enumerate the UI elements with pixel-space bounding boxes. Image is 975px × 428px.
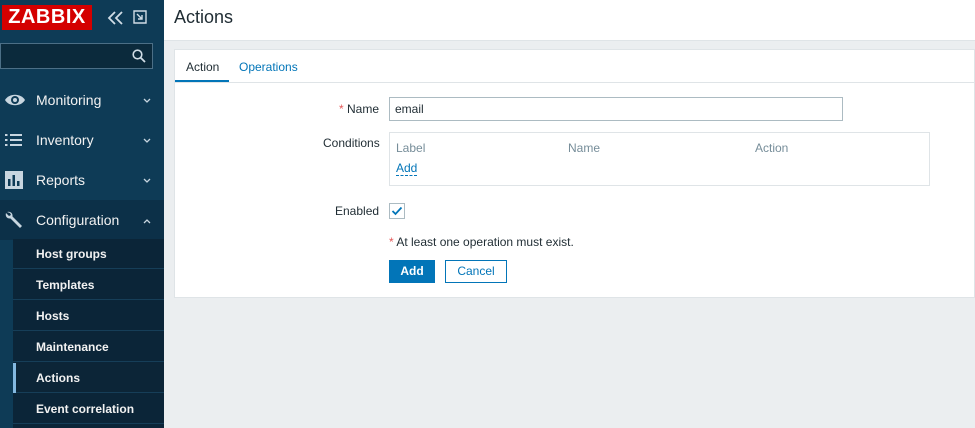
cancel-button[interactable]: Cancel [445, 260, 507, 283]
collapse-sidebar-icon[interactable] [107, 10, 125, 26]
conditions-add-link[interactable]: Add [396, 161, 418, 176]
wrench-icon [4, 210, 24, 230]
submenu-item-label: Event correlation [36, 402, 135, 416]
submenu-item-label: Host groups [36, 247, 107, 261]
submenu-item-label: Actions [36, 371, 81, 385]
sidebar: ZABBIX Monitoring Inventory Reports Conf… [0, 0, 164, 428]
warning-text: At least one operation must exist. [396, 235, 574, 249]
chevron-down-icon [142, 95, 152, 105]
eye-icon [4, 90, 25, 110]
chevron-up-icon [142, 215, 152, 225]
configuration-submenu: Host groups Templates Hosts Maintenance … [13, 239, 164, 428]
enabled-checkbox[interactable] [389, 203, 405, 219]
conditions-column-action: Action [755, 141, 789, 155]
menu-item-label: Configuration [36, 212, 120, 228]
submenu-item-event-correlation[interactable]: Event correlation [13, 394, 164, 424]
required-asterisk: * [339, 102, 344, 116]
menu-item-configuration[interactable]: Configuration [0, 200, 164, 240]
kiosk-mode-icon[interactable] [133, 10, 147, 24]
list-icon [4, 130, 24, 150]
menu-item-monitoring[interactable]: Monitoring [0, 80, 164, 120]
menu-item-reports[interactable]: Reports [0, 160, 164, 200]
conditions-label: Conditions [323, 136, 380, 150]
active-tab-indicator [175, 80, 229, 82]
submenu-item-actions[interactable]: Actions [13, 363, 164, 393]
add-button[interactable]: Add [389, 260, 435, 283]
menu-item-label: Reports [36, 172, 86, 188]
search-box [0, 43, 153, 69]
name-label-text: Name [347, 102, 380, 116]
checkmark-icon [391, 206, 403, 216]
search-input[interactable] [1, 44, 121, 68]
conditions-table: Label Name Action Add [389, 132, 930, 186]
menu-item-label: Monitoring [36, 92, 102, 108]
chevron-down-icon [142, 175, 152, 185]
menu-item-inventory[interactable]: Inventory [0, 120, 164, 160]
header-divider [164, 40, 975, 41]
submenu-item-maintenance[interactable]: Maintenance [13, 332, 164, 362]
search-icon[interactable] [132, 49, 146, 63]
header [164, 0, 975, 40]
operation-warning: * At least one operation must exist. [389, 235, 574, 249]
chevron-down-icon [142, 135, 152, 145]
warning-asterisk: * [389, 235, 394, 249]
submenu-item-label: Hosts [36, 309, 70, 323]
submenu-item-label: Templates [36, 278, 95, 292]
action-form-panel: Action Operations * Name Conditions Labe… [174, 49, 975, 298]
menu-item-label: Inventory [36, 132, 94, 148]
tab-action[interactable]: Action [186, 60, 219, 74]
name-label: * Name [339, 102, 379, 116]
submenu-item-host-groups[interactable]: Host groups [13, 239, 164, 269]
bar-chart-icon [4, 170, 24, 190]
zabbix-logo[interactable]: ZABBIX [2, 5, 92, 30]
enabled-label: Enabled [335, 204, 380, 218]
page-title: Actions [174, 7, 234, 27]
submenu-item-label: Maintenance [36, 340, 109, 354]
tab-bar: Action Operations [175, 50, 975, 83]
submenu-item-templates[interactable]: Templates [13, 270, 164, 300]
conditions-column-name: Name [568, 141, 601, 155]
name-field[interactable] [389, 97, 843, 121]
submenu-item-hosts[interactable]: Hosts [13, 301, 164, 331]
logo-row: ZABBIX [0, 0, 164, 38]
conditions-column-label: Label [396, 141, 426, 155]
tab-operations[interactable]: Operations [239, 60, 298, 74]
